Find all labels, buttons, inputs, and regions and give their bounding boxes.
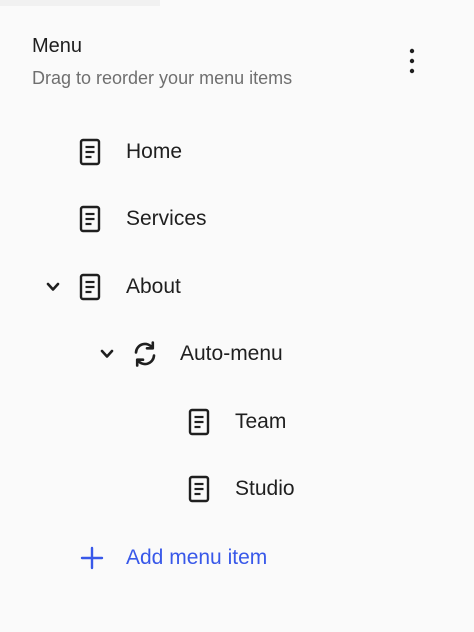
top-strip [0,0,160,6]
page-icon [78,204,102,234]
menu-item-label: Home [126,140,183,163]
page-icon [187,474,211,504]
panel-header: Menu Drag to reorder your menu items [32,34,412,90]
page-icon [187,407,211,437]
sync-icon [130,339,160,369]
add-menu-item-button[interactable]: Add menu item [80,538,267,578]
chevron-down-icon[interactable] [44,281,62,293]
more-vertical-icon [409,48,415,74]
plus-icon [80,546,104,570]
page-icon [78,137,102,167]
more-options-button[interactable] [399,44,425,78]
menu-item-studio[interactable]: Studio [187,469,295,509]
menu-item-services[interactable]: Services [78,199,207,239]
menu-item-label: Auto-menu [180,342,283,365]
panel-subtitle: Drag to reorder your menu items [32,68,293,88]
menu-item-auto-menu[interactable]: Auto-menu [98,334,283,374]
panel-title: Menu [32,35,83,57]
menu-item-label: Services [126,207,207,230]
menu-item-label: About [126,275,181,298]
menu-item-label: Team [235,410,287,433]
menu-item-label: Studio [235,477,295,500]
chevron-down-icon[interactable] [98,348,116,360]
menu-panel: Menu Drag to reorder your menu items Hom… [0,0,474,632]
menu-item-home[interactable]: Home [78,132,182,172]
page-icon [78,272,102,302]
add-menu-item-label: Add menu item [126,546,268,569]
menu-item-about[interactable]: About [44,267,181,307]
menu-item-team[interactable]: Team [187,402,286,442]
